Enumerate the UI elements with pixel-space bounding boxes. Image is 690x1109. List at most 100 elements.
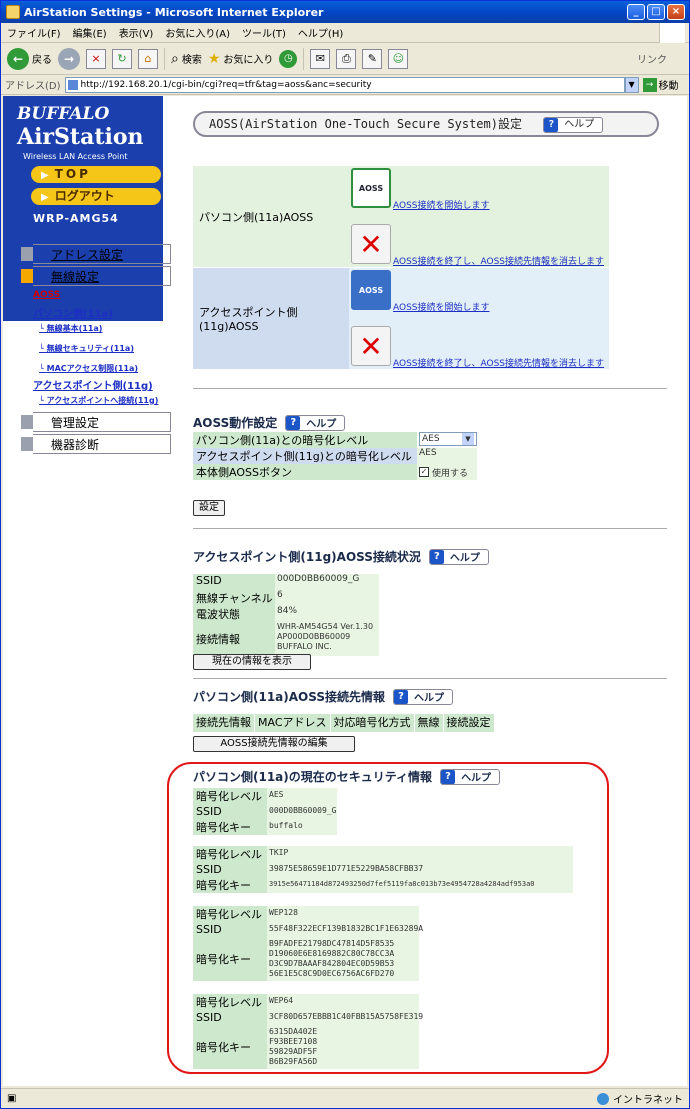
page-title: AOSS(AirStation One-Touch Secure System)…	[193, 111, 659, 137]
pc-aoss-start-button[interactable]: AOSS	[351, 168, 391, 208]
pc-aoss-stop-button[interactable]: ✕	[351, 224, 391, 264]
search-button[interactable]: ⌕ 検索	[171, 51, 202, 67]
ap-aoss-stop-link[interactable]: AOSS接続を終了し、AOSS接続先情報を消去します	[393, 356, 604, 369]
sidebar-item-pc-side[interactable]: パソコン側(11a)	[33, 308, 171, 322]
pc-conn-heading: パソコン側(11a)AOSS接続先情報? ヘルプ	[193, 688, 454, 705]
help-button[interactable]: ? ヘルプ	[428, 548, 489, 565]
operation-heading: AOSS動作設定? ヘルプ	[193, 414, 346, 431]
home-button[interactable]: ⌂	[138, 48, 158, 69]
page-content: BUFFALO AirStation Wireless LAN Access P…	[3, 96, 687, 1086]
top-button[interactable]: ▶ TOP	[31, 166, 161, 183]
pc-encryption-select[interactable]: AES ▼	[419, 432, 477, 446]
pc-aoss-start-link[interactable]: AOSS接続を開始します	[393, 198, 490, 211]
sidebar: BUFFALO AirStation Wireless LAN Access P…	[3, 96, 173, 1086]
divider	[193, 678, 667, 679]
star-icon: ★	[207, 50, 221, 67]
menu-bullet-icon	[21, 437, 33, 451]
question-icon: ?	[429, 549, 444, 564]
address-label: アドレス(D)	[5, 81, 61, 92]
ap-aoss-start-link[interactable]: AOSS接続を開始します	[393, 300, 490, 313]
print-button[interactable]: ⎙	[336, 48, 357, 69]
ie-window: AirStation Settings - Microsoft Internet…	[0, 0, 690, 1109]
pc-aoss-stop-link[interactable]: AOSS接続を終了し、AOSS接続先情報を消去します	[393, 254, 604, 267]
chevron-down-icon: ▼	[462, 433, 474, 445]
sidebar-item-diagnosis[interactable]: 機器診断	[21, 434, 171, 454]
sidebar-item-mac-access[interactable]: └ MACアクセス制限(11a)	[39, 362, 171, 376]
address-bar: アドレス(D) http://192.168.20.1/cgi-bin/cgi?…	[1, 75, 689, 95]
sidebar-item-wireless-basic[interactable]: └ 無線基本(11a)	[39, 322, 171, 336]
sidebar-item-ap-connect[interactable]: └ アクセスポイントへ接続(11g)	[39, 394, 169, 408]
close-button[interactable]: ×	[667, 4, 685, 20]
sidebar-menu: アドレス設定 無線設定 AOSS パソコン側(11a) └ 無線基本(11a) …	[3, 244, 171, 456]
submit-button[interactable]: 設定	[193, 500, 225, 516]
ie-page-icon	[6, 5, 20, 19]
address-input[interactable]: http://192.168.20.1/cgi-bin/cgi?req=tfr&…	[64, 76, 625, 93]
ap-status-heading: アクセスポイント側(11g)AOSS接続状況? ヘルプ	[193, 548, 489, 565]
back-arrow-icon: ←	[7, 47, 29, 70]
go-button[interactable]: → 移動	[642, 77, 679, 92]
minimize-button[interactable]: _	[627, 4, 645, 20]
back-button[interactable]: ← 戻る	[7, 47, 52, 70]
messenger-icon: ☺	[388, 48, 409, 69]
sidebar-item-wireless-security[interactable]: └ 無線セキュリティ(11a)	[39, 342, 171, 356]
menu-tools[interactable]: ツール(T)	[236, 25, 292, 40]
brand-buffalo: BUFFALO	[17, 104, 110, 124]
aoss-button-checkbox[interactable]: ✓	[419, 467, 429, 477]
links-label[interactable]: リンク	[637, 51, 667, 66]
forward-arrow-icon: →	[58, 47, 80, 70]
edit-conn-button[interactable]: AOSS接続先情報の編集	[193, 736, 355, 752]
zone-indicator: イントラネット	[597, 1091, 683, 1106]
page-status-icon: ▣	[7, 1093, 17, 1104]
help-button[interactable]: ? ヘルプ	[393, 688, 454, 705]
edit-button[interactable]: ✎	[362, 48, 383, 69]
menu-edit[interactable]: 編集(E)	[67, 25, 113, 40]
maximize-button[interactable]: □	[647, 4, 665, 20]
menu-favorites[interactable]: お気に入り(A)	[159, 25, 236, 40]
toolbar-divider	[164, 47, 165, 70]
x-mark-icon: ✕	[359, 329, 383, 363]
pc-aoss-label: パソコン側(11a)AOSS	[193, 166, 349, 267]
mail-button[interactable]: ✉	[310, 48, 331, 69]
home-icon: ⌂	[138, 48, 158, 69]
model-name: WRP-AMG54	[33, 212, 119, 225]
sidebar-item-ap-side[interactable]: アクセスポイント側(11g)	[33, 380, 153, 394]
pc-aoss-actions: AOSS AOSS接続を開始します ✕ AOSS接続を終了し、AOSS接続先情報…	[349, 166, 609, 267]
logout-button[interactable]: ▶ ログアウト	[31, 188, 161, 205]
status-bar: ▣ イントラネット	[1, 1088, 689, 1108]
edit-icon: ✎	[362, 48, 383, 69]
sidebar-item-aoss[interactable]: AOSS	[33, 288, 171, 302]
menu-view[interactable]: 表示(V)	[113, 25, 160, 40]
messenger-button[interactable]: ☺	[388, 48, 409, 69]
operation-table: パソコン側(11a)との暗号化レベル AES ▼ アクセスポイント側(11g)との暗…	[193, 432, 477, 480]
forward-button[interactable]: →	[58, 47, 80, 70]
history-button[interactable]: ◷	[279, 49, 298, 68]
page-icon	[67, 79, 78, 90]
help-button[interactable]: ? ヘルプ	[285, 414, 346, 431]
toolbar: ← 戻る → × ↻ ⌂ ⌕ 検索 ★ お気に入り ◷ ✉ ⎙ ✎ ☺ リンク	[1, 43, 689, 75]
ap-aoss-stop-button[interactable]: ✕	[351, 326, 391, 366]
refresh-status-button[interactable]: 現在の情報を表示	[193, 654, 311, 670]
divider	[193, 528, 667, 529]
highlight-circle	[167, 762, 609, 1074]
sidebar-item-admin[interactable]: 管理設定	[21, 412, 171, 432]
caret-right-icon: ▶	[41, 170, 49, 181]
sidebar-item-wireless[interactable]: 無線設定	[21, 266, 171, 286]
sidebar-item-address[interactable]: アドレス設定	[21, 244, 171, 264]
stop-button[interactable]: ×	[86, 48, 106, 69]
pc-aoss-row: パソコン側(11a)AOSS AOSS AOSS接続を開始します ✕ AOSS接…	[193, 166, 609, 268]
question-icon: ?	[544, 117, 559, 132]
refresh-icon: ↻	[112, 48, 132, 69]
menu-help[interactable]: ヘルプ(H)	[292, 25, 349, 40]
refresh-button[interactable]: ↻	[112, 48, 132, 69]
history-icon: ◷	[279, 49, 298, 68]
address-dropdown[interactable]: ▼	[624, 76, 639, 93]
ap-aoss-start-button[interactable]: AOSS	[351, 270, 391, 310]
favorites-button[interactable]: ★ お気に入り	[208, 51, 274, 67]
question-icon: ?	[394, 689, 409, 704]
caret-right-icon: ▶	[41, 192, 49, 203]
ap-status-table: SSID 000D0BB60009_G 無線チャンネル 6 電波状態 84% 接続情報…	[193, 574, 379, 656]
menu-file[interactable]: ファイル(F)	[1, 25, 67, 40]
toolbar-divider	[303, 47, 305, 70]
ap-aoss-row: アクセスポイント側(11g)AOSS AOSS AOSS接続を開始します ✕ A…	[193, 268, 609, 370]
help-button[interactable]: ? ヘルプ	[543, 116, 604, 133]
